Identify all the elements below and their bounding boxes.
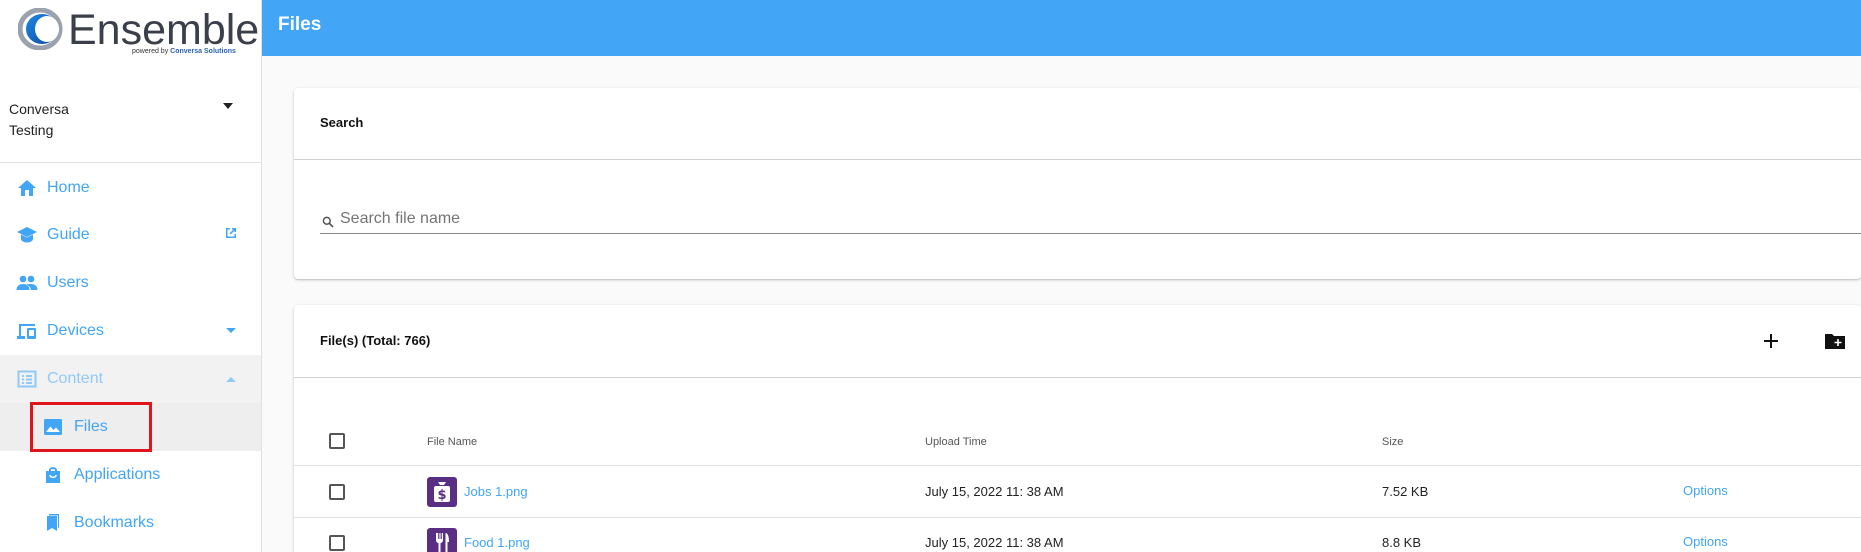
powered-by-company: Conversa Solutions	[170, 48, 236, 55]
sidebar: Ensemble powered by Conversa Solutions C…	[0, 0, 262, 552]
bookmarks-icon	[42, 512, 64, 534]
file-name-link[interactable]: Jobs 1.png	[464, 484, 528, 499]
sidebar-item-label: Bookmarks	[74, 514, 155, 531]
sidebar-item-label: Guide	[47, 226, 90, 243]
logo-ring-icon	[18, 8, 63, 50]
sidebar-item-label: Home	[47, 179, 90, 196]
sidebar-item-label: Files	[74, 418, 108, 435]
fork-knife-icon	[427, 528, 457, 552]
search-input[interactable]	[340, 208, 1840, 230]
search-card: Search	[294, 88, 1861, 279]
file-name-link[interactable]: Food 1.png	[464, 535, 530, 550]
column-header-upload-time[interactable]: Upload Time	[925, 436, 987, 448]
org-name-line2: Testing	[9, 122, 54, 138]
list-alt-icon	[16, 368, 38, 390]
open-in-new-icon[interactable]	[223, 225, 239, 241]
app-root: Ensemble powered by Conversa Solutions C…	[0, 0, 1861, 552]
powered-by-prefix: powered by	[132, 48, 169, 55]
size-cell: 8.8 KB	[1382, 535, 1422, 550]
page-title: Files	[278, 14, 322, 35]
brand-powered-by: powered by Conversa Solutions	[132, 48, 236, 55]
chevron-down-icon[interactable]	[223, 323, 239, 339]
search-card-title: Search	[320, 115, 364, 130]
select-all-checkbox[interactable]	[329, 433, 345, 449]
files-card-header: File(s) (Total: 766)	[294, 305, 1861, 378]
sidebar-item-devices[interactable]: Devices	[0, 307, 261, 355]
upload-time-cell: July 15, 2022 11: 38 AM	[925, 484, 1064, 499]
sidebar-item-label: Devices	[47, 322, 104, 339]
org-selector[interactable]: Conversa Testing	[9, 99, 249, 141]
shopping-bag-icon	[42, 464, 64, 486]
sidebar-item-label: Applications	[74, 466, 161, 483]
top-app-bar: Files	[262, 0, 1861, 56]
school-icon	[16, 224, 38, 246]
sidebar-item-label: Content	[47, 370, 104, 387]
sidebar-item-content[interactable]: Content	[0, 355, 261, 403]
chevron-up-icon[interactable]	[223, 371, 239, 387]
new-folder-button[interactable]	[1821, 327, 1849, 355]
files-count-title: File(s) (Total: 766)	[320, 333, 431, 348]
files-table-header: File Name Upload Time Size	[294, 416, 1861, 466]
row-checkbox[interactable]	[329, 484, 345, 500]
sidebar-item-files[interactable]: Files	[0, 403, 261, 451]
sidebar-item-guide[interactable]: Guide	[0, 211, 261, 259]
column-header-file-name[interactable]: File Name	[427, 436, 477, 448]
sidebar-item-home[interactable]: Home	[0, 164, 261, 212]
search-icon	[322, 215, 334, 228]
org-name-line1: Conversa	[9, 101, 69, 117]
org-dropdown-caret-icon[interactable]	[223, 103, 233, 109]
options-button[interactable]: Options	[1683, 483, 1728, 498]
search-card-header: Search	[294, 88, 1861, 160]
add-file-button[interactable]	[1757, 327, 1785, 355]
row-checkbox[interactable]	[329, 535, 345, 551]
sidebar-item-applications[interactable]: Applications	[0, 451, 261, 499]
sidebar-item-users[interactable]: Users	[0, 259, 261, 307]
brand-logo[interactable]: Ensemble powered by Conversa Solutions	[18, 4, 259, 56]
svg-text:$: $	[437, 488, 446, 503]
people-icon	[16, 272, 38, 294]
table-row[interactable]: Food 1.png July 15, 2022 11: 38 AM 8.8 K…	[294, 518, 1861, 552]
image-icon	[42, 416, 64, 438]
table-row[interactable]: $ Jobs 1.png July 15, 2022 11: 38 AM 7.5…	[294, 467, 1861, 518]
upload-time-cell: July 15, 2022 11: 38 AM	[925, 535, 1064, 550]
size-cell: 7.52 KB	[1382, 484, 1429, 499]
create-folder-icon	[1825, 334, 1845, 349]
home-icon	[16, 177, 38, 199]
options-button[interactable]: Options	[1683, 534, 1728, 549]
column-header-size[interactable]: Size	[1382, 436, 1403, 448]
sidebar-divider	[0, 162, 262, 163]
sidebar-item-label: Users	[47, 274, 89, 291]
devices-icon	[16, 320, 38, 342]
search-field[interactable]	[320, 206, 1861, 234]
plus-icon	[1764, 334, 1778, 348]
files-card: File(s) (Total: 766) File Name Upload Ti…	[294, 305, 1861, 552]
sidebar-item-bookmarks[interactable]: Bookmarks	[0, 499, 261, 547]
money-bag-icon: $	[427, 477, 457, 507]
